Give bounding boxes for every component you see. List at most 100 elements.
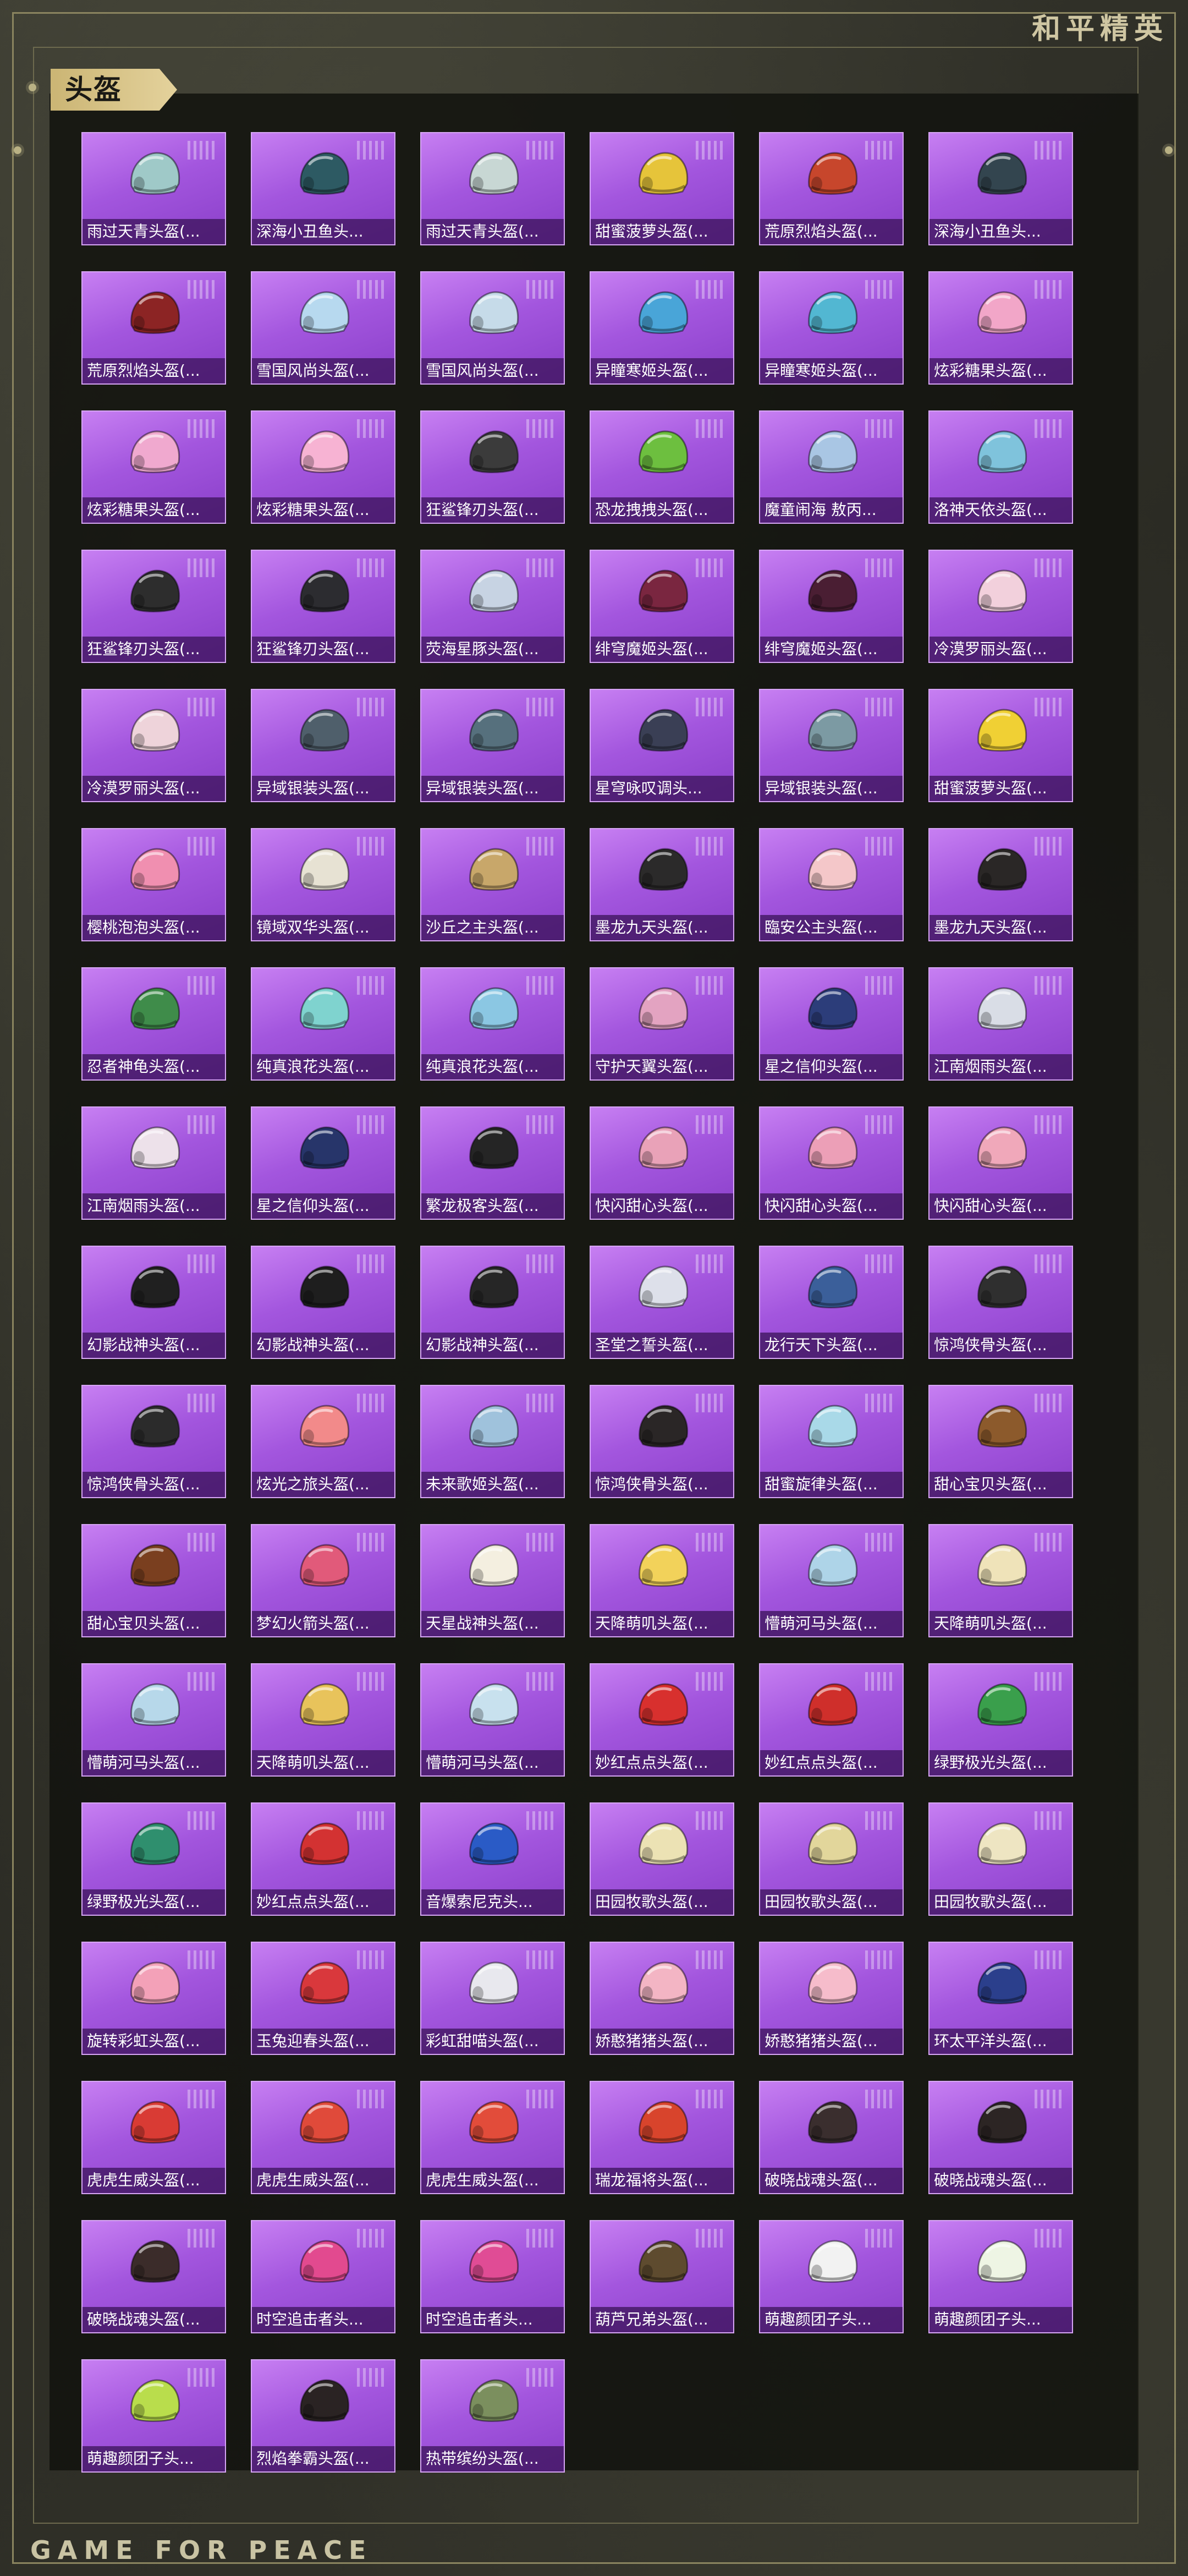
- helmet-card[interactable]: 雨过天青头盔(...: [81, 132, 226, 245]
- helmet-card[interactable]: 彩虹甜喵头盔(...: [420, 1942, 565, 2055]
- helmet-card[interactable]: 绯穹魔姬头盔(...: [590, 550, 734, 663]
- helmet-card[interactable]: 墨龙九天头盔(...: [590, 828, 734, 941]
- helmet-card[interactable]: 狂鲨锋刃头盔(...: [81, 550, 226, 663]
- helmet-card[interactable]: 懵萌河马头盔(...: [81, 1663, 226, 1777]
- helmet-card[interactable]: 狂鲨锋刃头盔(...: [251, 550, 395, 663]
- helmet-card[interactable]: 甜蜜菠萝头盔(...: [928, 689, 1073, 802]
- helmet-card[interactable]: 甜蜜旋律头盔(...: [759, 1385, 904, 1498]
- helmet-card[interactable]: 深海小丑鱼头...: [928, 132, 1073, 245]
- helmet-card[interactable]: 烈焰拳霸头盔(...: [251, 2359, 395, 2473]
- helmet-card[interactable]: 江南烟雨头盔(...: [928, 967, 1073, 1081]
- helmet-card[interactable]: 萌趣颜团子头...: [759, 2220, 904, 2333]
- helmet-card[interactable]: 繁龙极客头盔(...: [420, 1106, 565, 1220]
- helmet-card[interactable]: 樱桃泡泡头盔(...: [81, 828, 226, 941]
- helmet-card[interactable]: 异域银装头盔(...: [759, 689, 904, 802]
- helmet-card[interactable]: 镜域双华头盔(...: [251, 828, 395, 941]
- helmet-card[interactable]: 未来歌姬头盔(...: [420, 1385, 565, 1498]
- helmet-card[interactable]: 臨安公主头盔(...: [759, 828, 904, 941]
- helmet-card[interactable]: 炫彩糖果头盔(...: [928, 271, 1073, 385]
- helmet-card[interactable]: 异瞳寒姬头盔(...: [590, 271, 734, 385]
- helmet-card[interactable]: 恐龙拽拽头盔(...: [590, 410, 734, 524]
- helmet-card[interactable]: 旋转彩虹头盔(...: [81, 1942, 226, 2055]
- helmet-card[interactable]: 天星战神头盔(...: [420, 1524, 565, 1637]
- helmet-card[interactable]: 快闪甜心头盔(...: [590, 1106, 734, 1220]
- helmet-card[interactable]: 破晓战魂头盔(...: [759, 2081, 904, 2194]
- helmet-card[interactable]: 妙红点点头盔(...: [590, 1663, 734, 1777]
- helmet-card[interactable]: 快闪甜心头盔(...: [928, 1106, 1073, 1220]
- helmet-card[interactable]: 音爆索尼克头...: [420, 1802, 565, 1916]
- helmet-card[interactable]: 魔童闹海 敖丙...: [759, 410, 904, 524]
- helmet-card[interactable]: 萌趣颜团子头...: [928, 2220, 1073, 2333]
- helmet-card[interactable]: 田园牧歌头盔(...: [590, 1802, 734, 1916]
- helmet-card[interactable]: 纯真浪花头盔(...: [251, 967, 395, 1081]
- helmet-card[interactable]: 玉兔迎春头盔(...: [251, 1942, 395, 2055]
- helmet-card[interactable]: 炫光之旅头盔(...: [251, 1385, 395, 1498]
- helmet-card[interactable]: 惊鸿侠骨头盔(...: [81, 1385, 226, 1498]
- helmet-card[interactable]: 圣堂之誓头盔(...: [590, 1246, 734, 1359]
- helmet-card[interactable]: 绯穹魔姬头盔(...: [759, 550, 904, 663]
- helmet-card[interactable]: 甜蜜菠萝头盔(...: [590, 132, 734, 245]
- helmet-card[interactable]: 沙丘之主头盔(...: [420, 828, 565, 941]
- helmet-card[interactable]: 甜心宝贝头盔(...: [81, 1524, 226, 1637]
- helmet-card[interactable]: 雨过天青头盔(...: [420, 132, 565, 245]
- helmet-card[interactable]: 时空追击者头...: [251, 2220, 395, 2333]
- helmet-card[interactable]: 幻影战神头盔(...: [420, 1246, 565, 1359]
- helmet-card[interactable]: 冷漠罗丽头盔(...: [81, 689, 226, 802]
- helmet-card[interactable]: 萌趣颜团子头...: [81, 2359, 226, 2473]
- helmet-card[interactable]: 葫芦兄弟头盔(...: [590, 2220, 734, 2333]
- helmet-card[interactable]: 幻影战神头盔(...: [251, 1246, 395, 1359]
- helmet-card[interactable]: 炫彩糖果头盔(...: [81, 410, 226, 524]
- helmet-card[interactable]: 荧海星豚头盔(...: [420, 550, 565, 663]
- helmet-card[interactable]: 星之信仰头盔(...: [759, 967, 904, 1081]
- helmet-card[interactable]: 破晓战魂头盔(...: [81, 2220, 226, 2333]
- helmet-card[interactable]: 懵萌河马头盔(...: [420, 1663, 565, 1777]
- helmet-card[interactable]: 冷漠罗丽头盔(...: [928, 550, 1073, 663]
- helmet-card[interactable]: 虎虎生威头盔(...: [420, 2081, 565, 2194]
- helmet-card[interactable]: 破晓战魂头盔(...: [928, 2081, 1073, 2194]
- helmet-card[interactable]: 星之信仰头盔(...: [251, 1106, 395, 1220]
- helmet-card[interactable]: 深海小丑鱼头...: [251, 132, 395, 245]
- helmet-card[interactable]: 天降萌叽头盔(...: [928, 1524, 1073, 1637]
- helmet-card[interactable]: 纯真浪花头盔(...: [420, 967, 565, 1081]
- helmet-card[interactable]: 幻影战神头盔(...: [81, 1246, 226, 1359]
- helmet-card[interactable]: 惊鸿侠骨头盔(...: [590, 1385, 734, 1498]
- helmet-card[interactable]: 龙行天下头盔(...: [759, 1246, 904, 1359]
- helmet-card[interactable]: 异域银装头盔(...: [420, 689, 565, 802]
- helmet-card[interactable]: 娇憨猪猪头盔(...: [590, 1942, 734, 2055]
- helmet-card[interactable]: 妙红点点头盔(...: [251, 1802, 395, 1916]
- helmet-card[interactable]: 瑞龙福将头盔(...: [590, 2081, 734, 2194]
- helmet-card[interactable]: 忍者神龟头盔(...: [81, 967, 226, 1081]
- helmet-card[interactable]: 田园牧歌头盔(...: [928, 1802, 1073, 1916]
- helmet-card[interactable]: 绿野极光头盔(...: [81, 1802, 226, 1916]
- helmet-card[interactable]: 荒原烈焰头盔(...: [759, 132, 904, 245]
- helmet-card[interactable]: 狂鲨锋刃头盔(...: [420, 410, 565, 524]
- helmet-card[interactable]: 虎虎生威头盔(...: [251, 2081, 395, 2194]
- helmet-card[interactable]: 娇憨猪猪头盔(...: [759, 1942, 904, 2055]
- helmet-card[interactable]: 天降萌叽头盔(...: [251, 1663, 395, 1777]
- helmet-card[interactable]: 异瞳寒姬头盔(...: [759, 271, 904, 385]
- helmet-card[interactable]: 环太平洋头盔(...: [928, 1942, 1073, 2055]
- helmet-card[interactable]: 天降萌叽头盔(...: [590, 1524, 734, 1637]
- helmet-card[interactable]: 热带缤纷头盔(...: [420, 2359, 565, 2473]
- helmet-card[interactable]: 雪国风尚头盔(...: [251, 271, 395, 385]
- helmet-card[interactable]: 妙红点点头盔(...: [759, 1663, 904, 1777]
- helmet-card[interactable]: 虎虎生威头盔(...: [81, 2081, 226, 2194]
- helmet-card[interactable]: 洛神天依头盔(...: [928, 410, 1073, 524]
- helmet-card[interactable]: 甜心宝贝头盔(...: [928, 1385, 1073, 1498]
- helmet-card[interactable]: 田园牧歌头盔(...: [759, 1802, 904, 1916]
- helmet-card[interactable]: 江南烟雨头盔(...: [81, 1106, 226, 1220]
- helmet-card[interactable]: 炫彩糖果头盔(...: [251, 410, 395, 524]
- helmet-card[interactable]: 绿野极光头盔(...: [928, 1663, 1073, 1777]
- helmet-card[interactable]: 雪国风尚头盔(...: [420, 271, 565, 385]
- helmet-card[interactable]: 墨龙九天头盔(...: [928, 828, 1073, 941]
- helmet-card[interactable]: 守护天翼头盔(...: [590, 967, 734, 1081]
- card-decoration-stripes: [188, 1394, 215, 1412]
- helmet-card[interactable]: 快闪甜心头盔(...: [759, 1106, 904, 1220]
- helmet-card[interactable]: 荒原烈焰头盔(...: [81, 271, 226, 385]
- helmet-card[interactable]: 异域银装头盔(...: [251, 689, 395, 802]
- helmet-card[interactable]: 懵萌河马头盔(...: [759, 1524, 904, 1637]
- helmet-card[interactable]: 惊鸿侠骨头盔(...: [928, 1246, 1073, 1359]
- helmet-card[interactable]: 梦幻火箭头盔(...: [251, 1524, 395, 1637]
- helmet-card[interactable]: 时空追击者头...: [420, 2220, 565, 2333]
- helmet-card[interactable]: 星穹咏叹调头...: [590, 689, 734, 802]
